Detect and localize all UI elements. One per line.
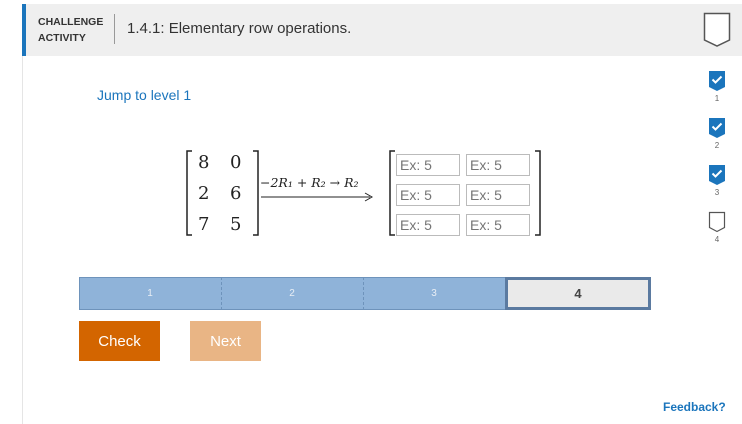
- level-3-number: 3: [714, 188, 720, 197]
- level-4-number: 4: [714, 235, 720, 244]
- activity-title: 1.4.1: Elementary row operations.: [127, 20, 352, 37]
- answer-input-r2c1[interactable]: [396, 184, 460, 206]
- answer-input-r3c1[interactable]: [396, 214, 460, 236]
- level-3-status[interactable]: 3: [707, 164, 727, 197]
- activity-type-line2: ACTIVITY: [38, 32, 86, 44]
- progress-level-3[interactable]: 3: [363, 277, 505, 310]
- activity-type-label: CHALLENGE ACTIVITY: [38, 14, 103, 46]
- progress-level-2[interactable]: 2: [221, 277, 363, 310]
- answer-input-r2c2[interactable]: [466, 184, 530, 206]
- header-divider: [114, 14, 115, 44]
- activity-type-line1: CHALLENGE: [38, 16, 104, 28]
- matrix-cell-r1c1: 8: [198, 152, 210, 173]
- next-button[interactable]: Next: [190, 321, 261, 361]
- answer-input-r1c1[interactable]: [396, 154, 460, 176]
- jump-to-level-link[interactable]: Jump to level 1: [97, 87, 191, 103]
- header-accent-bar: [22, 4, 26, 56]
- checked-badge-icon: [709, 165, 725, 185]
- feedback-link[interactable]: Feedback?: [663, 400, 726, 414]
- progress-level-4-current[interactable]: 4: [505, 277, 651, 310]
- checked-badge-icon: [709, 118, 725, 138]
- content-left-border: [22, 56, 23, 424]
- level-4-status[interactable]: 4: [707, 211, 727, 244]
- answer-input-r3c2[interactable]: [466, 214, 530, 236]
- checked-badge-icon: [709, 71, 725, 91]
- check-button[interactable]: Check: [79, 321, 160, 361]
- level-2-status[interactable]: 2: [707, 117, 727, 150]
- answer-input-r1c2[interactable]: [466, 154, 530, 176]
- level-2-number: 2: [714, 141, 720, 150]
- progress-level-1[interactable]: 1: [79, 277, 221, 310]
- matrix-cell-r3c2: 5: [230, 214, 242, 235]
- completion-badge-icon: [703, 12, 731, 48]
- empty-badge-icon: [708, 211, 726, 233]
- matrix-cell-r2c1: 2: [198, 183, 210, 204]
- matrix-cell-r3c1: 7: [198, 214, 210, 235]
- row-operation-label: −2R₁ + R₂ → R₂: [260, 175, 359, 190]
- matrix-cell-r1c2: 0: [230, 152, 242, 173]
- level-1-status[interactable]: 1: [707, 70, 727, 103]
- level-1-number: 1: [714, 94, 720, 103]
- matrix-cell-r2c2: 6: [230, 183, 242, 204]
